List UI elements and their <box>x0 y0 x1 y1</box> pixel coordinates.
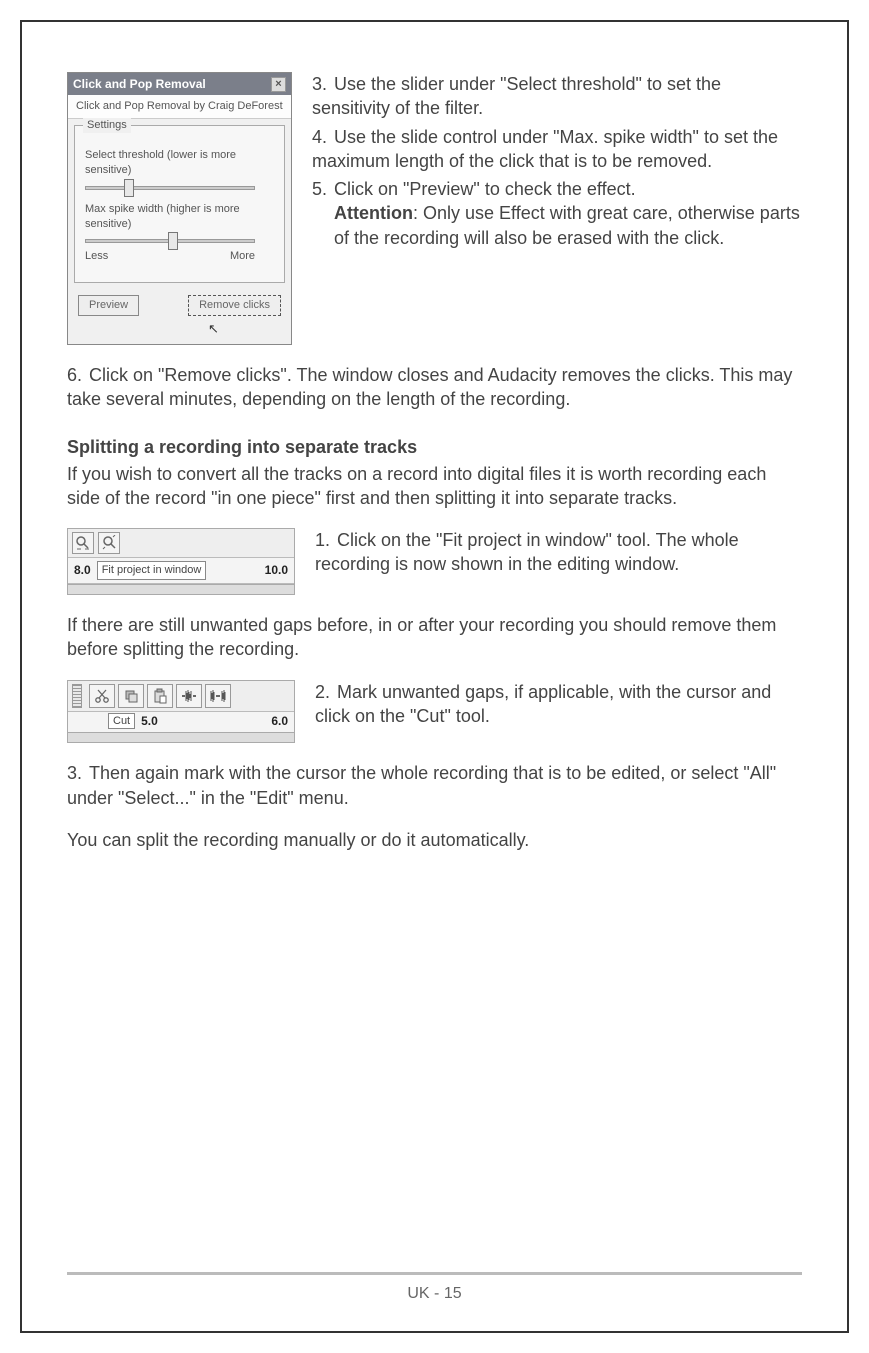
split-step-3: 3.Then again mark with the cursor the wh… <box>67 761 802 810</box>
zoom-icon[interactable] <box>72 532 94 554</box>
threshold-slider-label: Select threshold (lower is more sensitiv… <box>85 148 274 178</box>
split-step-1: 1.Click on the "Fit project in window" t… <box>315 528 802 577</box>
ruler-label-right: 10.0 <box>265 562 288 578</box>
closing-paragraph: You can split the recording manually or … <box>67 828 802 852</box>
trim-icon[interactable] <box>176 684 202 708</box>
dialog-subtitle: Click and Pop Removal by Craig DeForest <box>68 95 291 119</box>
ruler-label-left: 8.0 <box>74 562 91 578</box>
paste-icon[interactable] <box>147 684 173 708</box>
timeline-ruler-cut: Cut 5.0 6.0 <box>68 712 294 733</box>
toolbar-drag-handle[interactable] <box>72 684 82 708</box>
timeline-ruler: 8.0 Fit project in window 10.0 <box>68 558 294 584</box>
slider-min-label: Less <box>85 249 108 264</box>
cut-toolbar: Cut 5.0 6.0 <box>67 680 295 744</box>
cut-icon[interactable] <box>89 684 115 708</box>
section-splitting-intro: If you wish to convert all the tracks on… <box>67 462 802 511</box>
page-border: Click and Pop Removal × Click and Pop Re… <box>20 20 849 1333</box>
cut-tooltip: Cut <box>108 713 135 730</box>
ruler-label-right-cut: 6.0 <box>271 713 288 729</box>
step-4: 4.Use the slide control under "Max. spik… <box>312 125 802 174</box>
step-6: 6.Click on "Remove clicks". The window c… <box>67 363 802 412</box>
step-3: 3.Use the slider under "Select threshold… <box>312 72 802 121</box>
page-content: Click and Pop Removal × Click and Pop Re… <box>67 72 802 852</box>
attention-bold: Attention <box>334 203 413 223</box>
settings-groupbox: Settings Select threshold (lower is more… <box>74 125 285 283</box>
spikewidth-slider[interactable] <box>85 239 255 243</box>
threshold-slider[interactable] <box>85 186 255 190</box>
page-footer: UK - 15 <box>67 1272 802 1303</box>
close-icon[interactable]: × <box>271 77 286 92</box>
fit-project-icon[interactable] <box>98 532 120 554</box>
spikewidth-slider-label: Max spike width (higher is more sensitiv… <box>85 202 274 232</box>
remove-clicks-button[interactable]: Remove clicks <box>188 295 281 316</box>
dialog-titlebar: Click and Pop Removal × <box>68 73 291 95</box>
preview-button[interactable]: Preview <box>78 295 139 316</box>
fit-project-tooltip: Fit project in window <box>97 561 207 580</box>
ruler-label-mid: 5.0 <box>141 713 158 729</box>
threshold-slider-thumb[interactable] <box>124 179 134 197</box>
fit-project-toolbar: 8.0 Fit project in window 10.0 <box>67 528 295 595</box>
slider-max-label: More <box>230 249 255 264</box>
section-splitting-title: Splitting a recording into separate trac… <box>67 435 802 459</box>
cursor-icon: ↖ <box>208 320 431 338</box>
step-5: 5.Click on "Preview" to check the effect… <box>312 177 802 250</box>
track-strip <box>68 584 294 594</box>
dialog-title: Click and Pop Removal <box>73 76 206 92</box>
settings-legend: Settings <box>83 118 131 133</box>
click-pop-dialog: Click and Pop Removal × Click and Pop Re… <box>67 72 292 345</box>
gap-paragraph: If there are still unwanted gaps before,… <box>67 613 802 662</box>
split-step-2: 2.Mark unwanted gaps, if applicable, wit… <box>315 680 802 729</box>
spikewidth-slider-thumb[interactable] <box>168 232 178 250</box>
track-strip-cut <box>68 732 294 742</box>
silence-icon[interactable] <box>205 684 231 708</box>
copy-icon[interactable] <box>118 684 144 708</box>
